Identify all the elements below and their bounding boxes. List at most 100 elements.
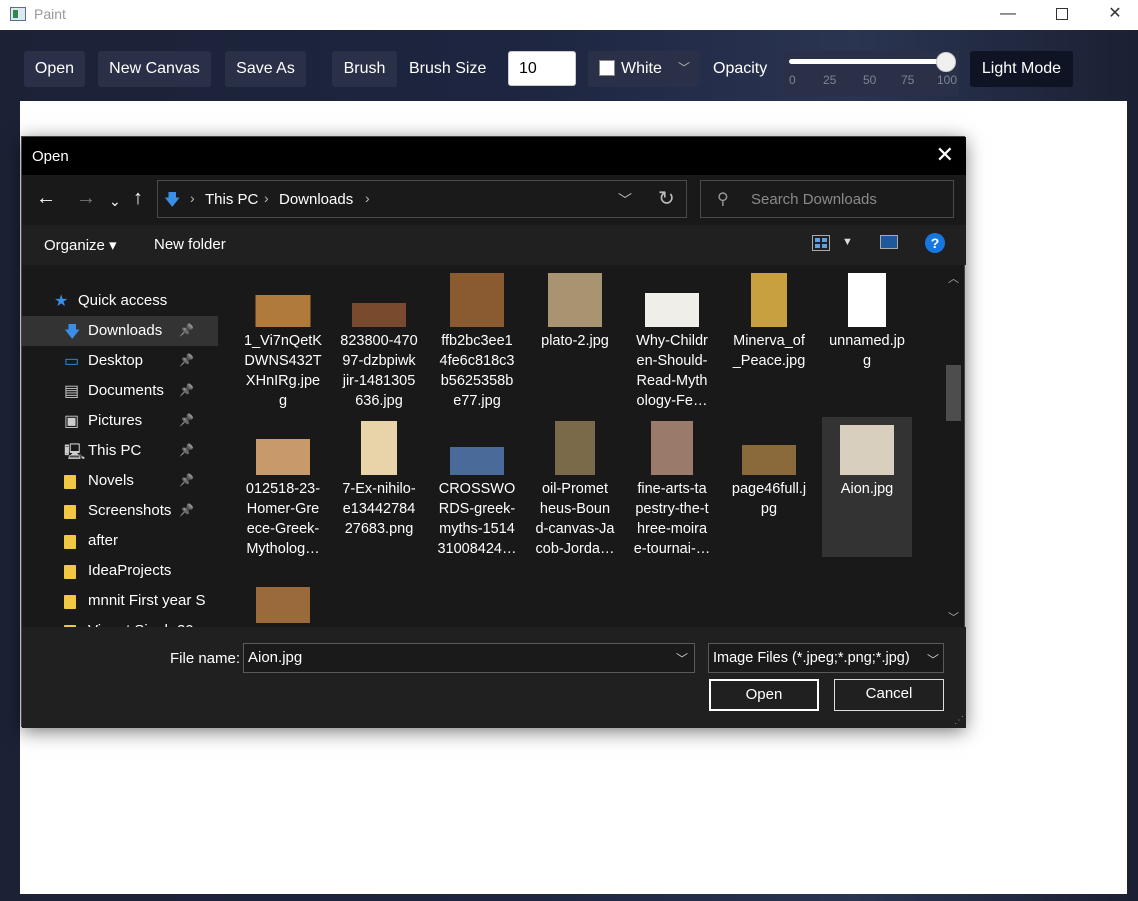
file-item[interactable]: ffb2bc3ee1 4fe6c818c3 b5625358b e77.jpg: [432, 269, 522, 409]
sidebar-item[interactable]: after: [22, 526, 218, 556]
file-item[interactable]: plato-2.jpg: [530, 269, 620, 409]
sidebar-item[interactable]: ★ Quick access: [22, 286, 218, 316]
dialog-title: Open: [32, 148, 69, 165]
sidebar-item[interactable]: 🖳 This PC 📌: [22, 436, 218, 466]
command-bar: Organize ▾ New folder ▼ ?: [22, 225, 966, 265]
refresh-icon[interactable]: ↻: [658, 186, 675, 211]
file-name: Minerva_of _Peace.jpg: [724, 331, 814, 371]
file-thumbnail: [651, 421, 693, 475]
file-thumbnail: [361, 421, 397, 475]
new-folder-button[interactable]: New folder: [154, 236, 226, 253]
file-item[interactable]: page46full.j pg: [724, 417, 814, 557]
help-icon[interactable]: ?: [925, 233, 945, 253]
dialog-close-button[interactable]: ✕: [936, 144, 954, 166]
preview-pane-icon[interactable]: [880, 235, 898, 249]
sidebar-item[interactable]: Novels 📌: [22, 466, 218, 496]
dialog-cancel-button[interactable]: Cancel: [834, 679, 944, 711]
scroll-up-icon[interactable]: ︿: [948, 270, 959, 286]
file-type-value: Image Files (*.jpeg;*.png;*.jpg): [713, 650, 910, 666]
sidebar-item[interactable]: IdeaProjects: [22, 556, 218, 586]
file-item[interactable]: 7-Ex-nihilo-e13442784 27683.png: [334, 417, 424, 557]
pin-icon: 📌: [179, 503, 194, 517]
file-name-line: CROSSWO: [438, 481, 516, 497]
file-thumbnail: [840, 425, 894, 475]
folder-icon: [64, 505, 76, 519]
scrollbar-thumb[interactable]: [946, 365, 961, 421]
file-item[interactable]: 823800-470 97-dzbpiwk jir-1481305 636.jpg: [334, 269, 424, 409]
sidebar-item[interactable]: ▭ Desktop 📌: [22, 346, 218, 376]
breadcrumb-this-pc[interactable]: This PC: [205, 191, 258, 208]
color-value: White: [621, 60, 662, 77]
file-item[interactable]: fine-arts-ta pestry-the-t hree-moira e-tour…: [627, 417, 717, 557]
sidebar-item-label: This PC: [88, 442, 142, 459]
opacity-label: Opacity: [713, 60, 768, 77]
breadcrumb-downloads[interactable]: Downloads: [279, 191, 353, 208]
file-item[interactable]: unnamed.jp g: [822, 269, 912, 409]
scroll-down-icon[interactable]: ﹀: [948, 609, 959, 625]
up-arrow-icon[interactable]: ↑: [133, 188, 143, 208]
back-arrow-icon[interactable]: ←: [36, 188, 56, 208]
slider-tick-label: 25: [823, 73, 837, 87]
address-bar[interactable]: 🡇 › This PC › Downloads › ﹀ ↻: [157, 180, 687, 218]
sidebar-item[interactable]: Screenshots 📌: [22, 496, 218, 526]
title-bar: Paint — ✕: [0, 0, 1138, 30]
search-box[interactable]: ⚲ Search Downloads: [700, 180, 954, 218]
brush-button[interactable]: Brush: [332, 51, 397, 87]
forward-arrow-icon[interactable]: →: [76, 188, 96, 208]
dialog-footer: File name: Aion.jpg ﹀ Image Files (*.jpe…: [22, 627, 966, 728]
new-canvas-button[interactable]: New Canvas: [98, 51, 211, 87]
file-name-input[interactable]: Aion.jpg ﹀: [243, 643, 695, 673]
sidebar-item-label: after: [88, 532, 119, 549]
file-name-line: e77.jpg: [453, 393, 501, 409]
view-chevron-icon[interactable]: ▼: [842, 236, 853, 248]
sidebar-item[interactable]: Vineet Singh 20: [22, 616, 218, 627]
sidebar-item-label: Screenshots: [88, 502, 172, 519]
sidebar-item[interactable]: mnnit First year S: [22, 586, 218, 616]
resize-grip-icon[interactable]: ⋰: [954, 715, 964, 726]
file-name-line: XHnIRg.jpe: [245, 373, 321, 389]
file-item[interactable]: Why-Childr en-Should- Read-Myth ology-Fe…: [627, 269, 717, 409]
theme-toggle-button[interactable]: Light Mode: [970, 51, 1073, 87]
save-as-button[interactable]: Save As: [225, 51, 306, 87]
file-item[interactable]: 1_Vi7nQetK DWNS432T XHnIRg.jpe g: [238, 269, 328, 409]
file-name-line: e13442784: [342, 501, 416, 517]
open-button[interactable]: Open: [24, 51, 85, 87]
sidebar-item-label: Downloads: [88, 322, 163, 339]
dialog-open-button[interactable]: Open: [709, 679, 819, 711]
search-icon: ⚲: [717, 191, 729, 208]
sidebar-item-label: Desktop: [88, 352, 144, 369]
chevron-down-icon: ﹀: [927, 653, 940, 667]
file-list-scrollbar[interactable]: ︿ ﹀: [942, 265, 964, 627]
file-thumbnail: [751, 273, 787, 327]
opacity-slider[interactable]: 0 25 50 75 100: [783, 51, 959, 96]
file-name-line: pg: [760, 501, 778, 517]
file-name-line: g: [278, 393, 288, 409]
file-item[interactable]: oil-Promet heus-Boun d-canvas-Ja cob-Jorda…: [530, 417, 620, 557]
recent-locations-chevron-icon[interactable]: ⌄: [109, 191, 121, 211]
file-item[interactable]: CROSSWO RDS-greek-myths-1514 31008424…: [432, 417, 522, 557]
maximize-button[interactable]: [1039, 0, 1085, 30]
chevron-down-icon[interactable]: ﹀: [676, 650, 688, 667]
brush-size-input[interactable]: 10: [508, 51, 576, 86]
sidebar-item[interactable]: ▣ Pictures 📌: [22, 406, 218, 436]
sidebar-item[interactable]: ▤ Documents 📌: [22, 376, 218, 406]
sidebar-item-label: Pictures: [88, 412, 143, 429]
file-item[interactable]: Aion.jpg: [822, 417, 912, 557]
close-window-button[interactable]: ✕: [1092, 0, 1138, 30]
slider-thumb[interactable]: [936, 52, 956, 72]
sidebar-item-label: Quick access: [78, 292, 168, 309]
organize-menu[interactable]: Organize ▾: [44, 236, 117, 254]
file-name-line: e-tournai-…: [633, 541, 711, 557]
open-file-dialog: Open ✕ ← → ⌄ ↑ 🡇 › This PC › Downloads ›…: [21, 136, 966, 728]
file-item[interactable]: The-Vedas.j: [238, 565, 328, 627]
file-item[interactable]: Minerva_of _Peace.jpg: [724, 269, 814, 409]
file-item[interactable]: 012518-23- Homer-Gre ece-Greek- Mytholog…: [238, 417, 328, 557]
file-type-select[interactable]: Image Files (*.jpeg;*.png;*.jpg) ﹀: [708, 643, 944, 673]
view-options-icon[interactable]: [812, 235, 830, 251]
sidebar-item[interactable]: 🡇 Downloads 📌: [22, 316, 218, 346]
file-name-line: RDS-greek-: [438, 501, 516, 517]
address-history-chevron-icon[interactable]: ﹀: [618, 190, 632, 210]
color-select[interactable]: White ﹀: [588, 51, 700, 87]
minimize-button[interactable]: —: [985, 0, 1031, 30]
file-name-line: g: [862, 353, 872, 369]
